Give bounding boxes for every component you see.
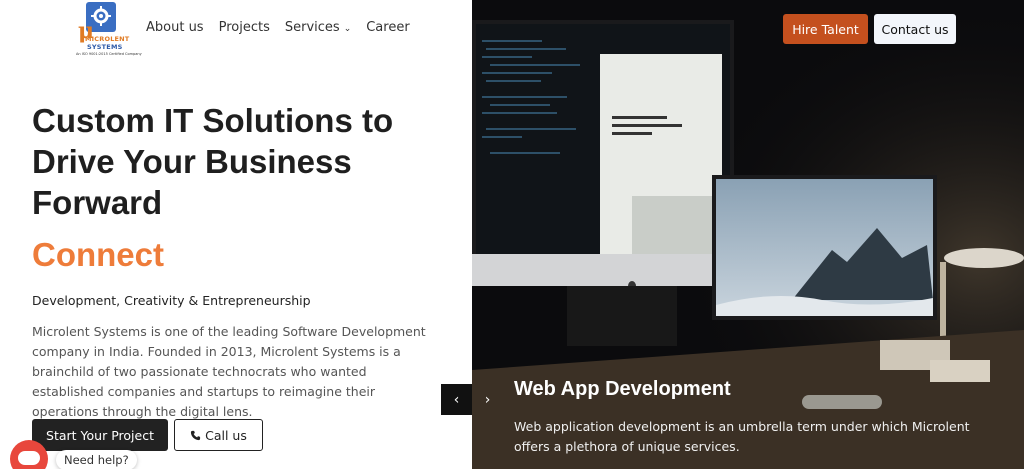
hero-description: Microlent Systems is one of the leading …	[32, 324, 426, 419]
nav-item-projects[interactable]: Projects	[219, 20, 270, 35]
logo-name-line1: MICROLENT	[85, 35, 130, 43]
nav-item-about[interactable]: About us	[146, 20, 204, 35]
slider-next-button[interactable]: ›	[472, 384, 503, 415]
hero-left-panel: μ MICROLENT SYSTEMS An ISO 9001:2015 Cer…	[0, 0, 472, 469]
hire-talent-label: Hire Talent	[792, 21, 859, 37]
slider-arrows: ‹ ›	[441, 384, 503, 415]
nav-item-label: Career	[366, 20, 410, 35]
slide-title: Web App Development	[514, 378, 731, 400]
contact-us-label: Contact us	[881, 21, 949, 37]
slider-prev-button[interactable]: ‹	[441, 384, 472, 415]
logo-name-line2: SYSTEMS	[87, 43, 123, 51]
main-nav: About us Projects Services ⌄ Career	[146, 20, 410, 35]
hero-rotating-word: Connect	[32, 236, 164, 273]
start-project-label: Start Your Project	[46, 427, 154, 443]
hire-talent-button[interactable]: Hire Talent	[783, 14, 868, 44]
need-help-label[interactable]: Need help?	[56, 450, 137, 469]
slide-description: Web application development is an umbrel…	[514, 419, 970, 454]
hero-subheading: Development, Creativity & Entrepreneursh…	[32, 293, 311, 308]
chevron-left-icon: ‹	[453, 391, 460, 408]
nav-item-label: About us	[146, 20, 204, 35]
contact-us-button[interactable]: Contact us	[874, 14, 956, 44]
nav-item-label: Services	[284, 20, 340, 35]
chevron-down-icon: ⌄	[343, 24, 352, 34]
logo-tagline: An ISO 9001:2015 Certified Company	[76, 52, 142, 56]
nav-item-career[interactable]: Career	[366, 20, 409, 35]
chat-icon	[18, 451, 40, 465]
logo[interactable]: μ MICROLENT SYSTEMS An ISO 9001:2015 Cer…	[76, 0, 142, 60]
phone-icon	[191, 430, 201, 440]
call-us-label: Call us	[205, 427, 247, 443]
chevron-right-icon: ›	[484, 391, 491, 408]
nav-item-label: Projects	[218, 20, 270, 35]
nav-item-services[interactable]: Services ⌄	[285, 20, 351, 35]
start-project-button[interactable]: Start Your Project	[32, 419, 168, 451]
hero-title: Custom IT Solutions to Drive Your Busine…	[32, 102, 394, 221]
call-us-button[interactable]: Call us	[174, 419, 263, 451]
